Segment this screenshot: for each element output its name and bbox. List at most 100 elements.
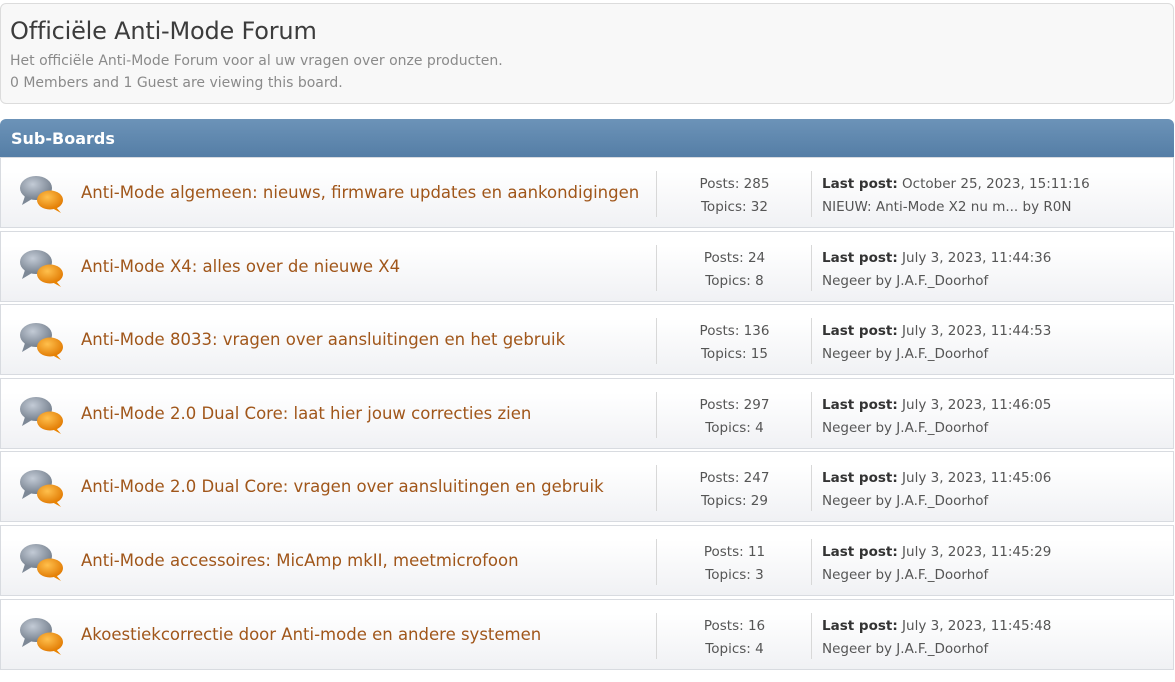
last-post-label: Last post: — [822, 396, 898, 413]
subboards-list: Anti-Mode algemeen: nieuws, firmware upd… — [0, 157, 1174, 672]
column-divider — [656, 612, 657, 659]
subboard-stats: Posts: 247 Topics: 29 — [658, 467, 811, 513]
column-divider — [811, 391, 812, 438]
subboard-title-link[interactable]: Anti-Mode 8033: vragen over aansluitinge… — [81, 329, 565, 351]
last-post-label: Last post: — [822, 617, 898, 634]
topics-count: Topics: 3 — [705, 566, 764, 583]
subboard-stats: Posts: 136 Topics: 15 — [658, 320, 811, 366]
last-post-by: by — [875, 419, 892, 436]
speech-bubbles-icon — [19, 248, 65, 288]
last-post-by: by — [875, 346, 892, 363]
last-post-topic-link[interactable]: Negeer — [822, 641, 871, 657]
page-title: Officiële Anti-Mode Forum — [10, 17, 317, 45]
column-divider — [656, 244, 657, 291]
board-viewers: 0 Members and 1 Guest are viewing this b… — [10, 75, 343, 91]
posts-count: Posts: 136 — [699, 323, 770, 340]
subboard-row: Anti-Mode 8033: vragen over aansluitinge… — [0, 304, 1174, 376]
posts-count: Posts: 24 — [703, 249, 766, 266]
last-post-author-link[interactable]: J.A.F._Doorhof — [896, 641, 988, 657]
subboard-row: Anti-Mode algemeen: nieuws, firmware upd… — [0, 157, 1174, 228]
last-post-label: Last post: — [822, 323, 898, 340]
subboard-title-link[interactable]: Anti-Mode X4: alles over de nieuwe X4 — [81, 256, 400, 278]
last-post: Last post: July 3, 2023, 11:46:05 Negeer… — [822, 394, 1051, 440]
last-post-date: July 3, 2023, 11:45:06 — [902, 470, 1052, 487]
subboard-row: Akoestiekcorrectie door Anti-mode en and… — [0, 598, 1174, 670]
column-divider — [811, 612, 812, 659]
last-post-label: Last post: — [822, 176, 898, 192]
last-post-topic-link[interactable]: NIEUW: Anti-Mode X2 nu m... — [822, 199, 1018, 215]
posts-count: Posts: 285 — [699, 176, 770, 192]
last-post: Last post: July 3, 2023, 11:45:06 Negeer… — [822, 467, 1051, 513]
column-divider — [656, 465, 657, 512]
subboard-stats: Posts: 16 Topics: 4 — [658, 615, 811, 661]
column-divider — [811, 244, 812, 291]
column-divider — [656, 538, 657, 585]
speech-bubbles-icon — [19, 542, 65, 582]
last-post: Last post: July 3, 2023, 11:45:48 Negeer… — [822, 615, 1051, 661]
last-post-topic-link[interactable]: Negeer — [822, 420, 871, 436]
column-divider — [811, 171, 812, 217]
topics-count: Topics: 4 — [705, 640, 764, 657]
column-divider — [811, 465, 812, 512]
subboard-title-link[interactable]: Anti-Mode 2.0 Dual Core: vragen over aan… — [81, 476, 604, 498]
last-post-author-link[interactable]: J.A.F._Doorhof — [896, 493, 988, 509]
column-divider — [811, 318, 812, 365]
last-post-by: by — [875, 493, 892, 510]
last-post-topic-link[interactable]: Negeer — [822, 346, 871, 362]
subboard-title-link[interactable]: Anti-Mode accessoires: MicAmp mkII, meet… — [81, 550, 519, 572]
subboard-stats: Posts: 11 Topics: 3 — [658, 541, 811, 587]
last-post-topic-link[interactable]: Negeer — [822, 567, 871, 583]
last-post-topic-link[interactable]: Negeer — [822, 273, 871, 289]
last-post-by: by — [875, 566, 892, 583]
last-post-label: Last post: — [822, 249, 898, 266]
subboard-title-link[interactable]: Anti-Mode 2.0 Dual Core: laat hier jouw … — [81, 403, 531, 425]
last-post-author-link[interactable]: J.A.F._Doorhof — [896, 567, 988, 583]
last-post-date: October 25, 2023, 15:11:16 — [902, 176, 1090, 192]
subboards-title: Sub-Boards — [11, 129, 115, 148]
last-post-by: by — [875, 272, 892, 289]
last-post-date: July 3, 2023, 11:46:05 — [902, 396, 1052, 413]
last-post-author-link[interactable]: R0N — [1043, 199, 1071, 215]
board-header: Officiële Anti-Mode Forum Het officiële … — [0, 3, 1174, 104]
last-post-author-link[interactable]: J.A.F._Doorhof — [896, 273, 988, 289]
last-post-label: Last post: — [822, 470, 898, 487]
last-post-date: July 3, 2023, 11:45:29 — [902, 543, 1052, 560]
last-post-by: by — [1022, 199, 1040, 215]
posts-count: Posts: 247 — [699, 470, 770, 487]
last-post-author-link[interactable]: J.A.F._Doorhof — [896, 420, 988, 436]
subboard-row: Anti-Mode 2.0 Dual Core: laat hier jouw … — [0, 377, 1174, 449]
posts-count: Posts: 297 — [699, 396, 770, 413]
topics-count: Topics: 15 — [700, 346, 768, 363]
posts-count: Posts: 11 — [703, 543, 766, 560]
subboard-stats: Posts: 24 Topics: 8 — [658, 247, 811, 293]
column-divider — [811, 538, 812, 585]
last-post-topic-link[interactable]: Negeer — [822, 493, 871, 509]
speech-bubbles-icon — [19, 321, 65, 361]
last-post: Last post: October 25, 2023, 15:11:16 NI… — [822, 173, 1090, 219]
topics-count: Topics: 32 — [700, 199, 768, 215]
topics-count: Topics: 4 — [705, 419, 764, 436]
last-post: Last post: July 3, 2023, 11:44:36 Negeer… — [822, 247, 1051, 293]
last-post-author-link[interactable]: J.A.F._Doorhof — [896, 346, 988, 362]
speech-bubbles-icon — [19, 468, 65, 508]
subboard-title-link[interactable]: Anti-Mode algemeen: nieuws, firmware upd… — [81, 182, 639, 204]
column-divider — [656, 318, 657, 365]
speech-bubbles-icon — [19, 174, 65, 214]
posts-count: Posts: 16 — [703, 617, 766, 634]
subboard-row: Anti-Mode accessoires: MicAmp mkII, meet… — [0, 524, 1174, 596]
subboard-stats: Posts: 297 Topics: 4 — [658, 394, 811, 440]
last-post-date: July 3, 2023, 11:44:36 — [902, 249, 1052, 266]
subboard-row: Anti-Mode 2.0 Dual Core: vragen over aan… — [0, 451, 1174, 523]
last-post: Last post: July 3, 2023, 11:45:29 Negeer… — [822, 541, 1051, 587]
last-post-by: by — [875, 640, 892, 657]
last-post-date: July 3, 2023, 11:44:53 — [902, 323, 1052, 340]
board-description: Het officiële Anti-Mode Forum voor al uw… — [10, 53, 503, 69]
subboard-title-link[interactable]: Akoestiekcorrectie door Anti-mode en and… — [81, 624, 541, 646]
last-post-date: July 3, 2023, 11:45:48 — [902, 617, 1052, 634]
column-divider — [656, 171, 657, 217]
topics-count: Topics: 29 — [700, 493, 768, 510]
subboard-stats: Posts: 285 Topics: 32 — [658, 173, 811, 219]
subboards-header: Sub-Boards — [0, 119, 1174, 157]
last-post: Last post: July 3, 2023, 11:44:53 Negeer… — [822, 320, 1051, 366]
topics-count: Topics: 8 — [705, 272, 764, 289]
